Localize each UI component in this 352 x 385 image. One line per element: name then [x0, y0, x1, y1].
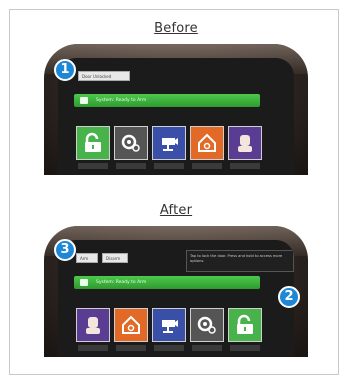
user-icon	[238, 135, 252, 152]
before-device: Door Unlocked System: Ready to Arm	[44, 44, 308, 175]
unlock-icon	[237, 314, 253, 334]
after-tab-arm[interactable]: Arm	[76, 253, 98, 263]
lock-icon	[80, 279, 88, 286]
before-status-bar[interactable]: System: Ready to Arm	[74, 94, 260, 107]
after-device: Arm Disarm Tap to lock the door. Press a…	[44, 226, 308, 357]
lock-icon	[80, 97, 88, 104]
before-caption: Before	[154, 21, 198, 36]
before-tile-label	[116, 163, 146, 169]
after-tile-label	[230, 345, 260, 351]
before-tile-user[interactable]	[228, 126, 262, 160]
before-screen: Door Unlocked System: Ready to Arm	[58, 58, 294, 175]
after-tile-camera[interactable]	[152, 308, 186, 342]
callout-badge-1: 1	[54, 59, 76, 81]
camera-dial-icon	[121, 134, 140, 152]
after-tile-unlock[interactable]	[228, 308, 262, 342]
before-tile-camera[interactable]	[152, 126, 186, 160]
after-tile-label	[154, 345, 184, 351]
after-status-text: System: Ready to Arm	[96, 280, 147, 285]
after-tile-home[interactable]	[114, 308, 148, 342]
after-tile-camera-dial[interactable]	[190, 308, 224, 342]
before-tile-label	[230, 163, 260, 169]
before-tile-home[interactable]	[190, 126, 224, 160]
before-tile-unlock[interactable]	[76, 126, 110, 160]
before-tile-camera-dial[interactable]	[114, 126, 148, 160]
after-screen: Arm Disarm Tap to lock the door. Press a…	[58, 240, 294, 357]
after-tooltip: Tap to lock the door. Press and hold to …	[186, 250, 294, 272]
after-status-bar[interactable]: System: Ready to Arm	[74, 276, 260, 289]
after-tab-disarm[interactable]: Disarm	[102, 253, 128, 263]
after-tile-label	[78, 345, 108, 351]
after-tile-label	[116, 345, 146, 351]
user-icon	[86, 317, 100, 334]
before-tile-label	[78, 163, 108, 169]
callout-badge-2: 2	[278, 286, 300, 308]
before-tile-label	[192, 163, 222, 169]
before-status-text: System: Ready to Arm	[96, 98, 147, 103]
after-caption: After	[159, 203, 193, 218]
camera-dial-icon	[197, 316, 216, 334]
before-tab-status[interactable]: Door Unlocked	[78, 71, 130, 81]
home-icon	[122, 315, 140, 334]
home-icon	[198, 133, 216, 152]
callout-badge-3: 3	[54, 239, 76, 261]
security-camera-icon	[162, 138, 178, 151]
after-tile-user[interactable]	[76, 308, 110, 342]
before-tile-label	[154, 163, 184, 169]
unlock-icon	[85, 132, 101, 152]
security-camera-icon	[162, 320, 178, 333]
after-tile-label	[192, 345, 222, 351]
